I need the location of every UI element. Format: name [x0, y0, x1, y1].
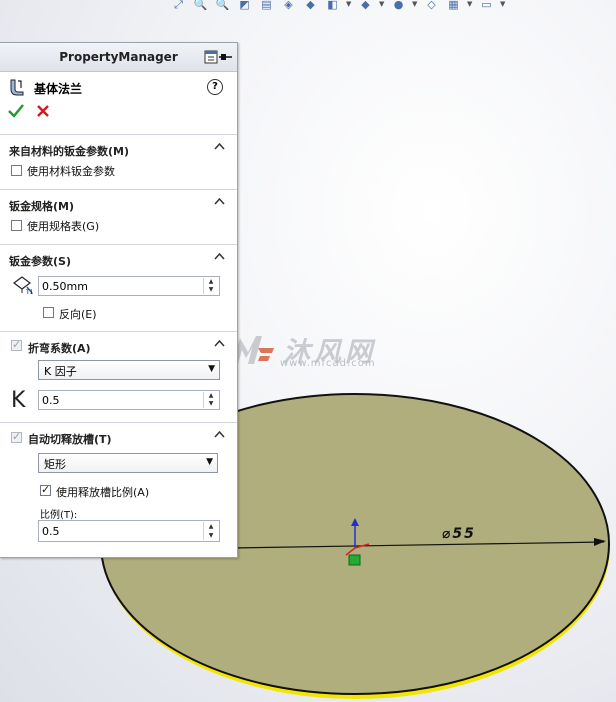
- svg-text:T1: T1: [25, 289, 34, 295]
- group-title: 钣金规格(M): [9, 200, 75, 213]
- watermark-url: www.mfcad.com: [280, 358, 376, 369]
- apply-scene-icon[interactable]: ●: [390, 0, 407, 10]
- bend-allowance-type-select[interactable]: K 因子 ▼: [38, 360, 220, 380]
- chevron-down-icon: ▼: [206, 457, 213, 467]
- use-relief-ratio-checkbox[interactable]: [40, 483, 51, 496]
- cancel-x-icon[interactable]: [36, 104, 50, 118]
- collapse-chevron-icon[interactable]: [214, 430, 225, 438]
- collapse-chevron-icon[interactable]: [214, 252, 225, 260]
- ratio-label: 比例(T):: [40, 510, 78, 521]
- thickness-input[interactable]: [42, 278, 198, 294]
- relief-ratio-spinner[interactable]: ▲ ▼: [203, 522, 218, 540]
- k-factor-symbol: K: [11, 388, 26, 413]
- ok-checkmark-icon[interactable]: [8, 104, 24, 118]
- checkbox-label: 使用释放槽比例(A): [56, 486, 150, 499]
- origin-icon: [348, 554, 361, 566]
- group-sheet-params: 钣金参数(S) T1 ▲▼ 反向(E): [0, 245, 237, 332]
- k-factor-input[interactable]: [42, 392, 198, 408]
- auto-relief-checkbox[interactable]: [11, 430, 22, 443]
- checkbox-label: 反向(E): [59, 308, 97, 321]
- property-manager-header: PropertyManager: [0, 43, 237, 72]
- dynamic-annotation-icon[interactable]: ▤: [258, 0, 275, 10]
- collapse-chevron-icon[interactable]: [214, 339, 225, 347]
- chevron-down-icon[interactable]: ▼: [500, 0, 506, 10]
- monitor-icon[interactable]: ▭: [478, 0, 495, 10]
- watermark: 沐风网 www.mfcad.com: [228, 330, 398, 372]
- k-factor-field[interactable]: ▲▼: [38, 390, 220, 410]
- edit-appearance-icon[interactable]: ◆: [357, 0, 374, 10]
- bend-allowance-checkbox[interactable]: [11, 338, 22, 351]
- relief-ratio-input[interactable]: [42, 523, 198, 539]
- property-manager-panel: PropertyManager 基体法兰 ? 来自材料的钣金参数(M) 使用材料: [0, 42, 238, 558]
- relief-ratio-field[interactable]: ▲▼: [38, 520, 220, 542]
- pin-icon[interactable]: [203, 50, 233, 64]
- confirm-row: [0, 102, 237, 135]
- group-title: 钣金参数(S): [9, 255, 71, 268]
- panel-title: PropertyManager: [59, 50, 178, 64]
- thickness-spinner[interactable]: ▲ ▼: [203, 278, 218, 294]
- feature-title: 基体法兰: [34, 82, 83, 96]
- checkbox-label: 使用材料钣金参数: [27, 165, 115, 178]
- display-manager-icon[interactable]: ▦: [445, 0, 462, 10]
- group-title: 自动切释放槽(T): [28, 433, 112, 446]
- section-view-icon[interactable]: ◩: [236, 0, 253, 10]
- view-orientation-icon[interactable]: ◈: [280, 0, 297, 10]
- hide-show-icon[interactable]: ◧: [324, 0, 341, 10]
- display-style-icon[interactable]: ◆: [302, 0, 319, 10]
- previous-view-icon[interactable]: 🔍: [214, 0, 231, 10]
- zoom-area-icon[interactable]: 🔍: [192, 0, 209, 10]
- relief-type-select[interactable]: 矩形 ▼: [38, 453, 218, 473]
- group-bend-allowance: 折弯系数(A) K 因子 ▼ K ▲▼: [0, 332, 237, 423]
- diameter-dimension-label[interactable]: ⌀55: [442, 526, 476, 542]
- select-value: 矩形: [44, 458, 66, 471]
- thickness-icon: T1: [13, 276, 34, 295]
- view-settings-icon[interactable]: ◇: [423, 0, 440, 10]
- chevron-down-icon[interactable]: ▼: [467, 0, 473, 10]
- checkbox-label: 使用规格表(G): [27, 220, 100, 233]
- feature-title-row: 基体法兰 ?: [0, 72, 237, 102]
- collapse-chevron-icon[interactable]: [214, 197, 225, 205]
- reverse-direction-checkbox[interactable]: [43, 307, 54, 318]
- k-factor-spinner[interactable]: ▲ ▼: [203, 392, 218, 408]
- group-gauge: 钣金规格(M) 使用规格表(G): [0, 190, 237, 245]
- help-icon[interactable]: ?: [207, 79, 223, 95]
- chevron-down-icon[interactable]: ▼: [346, 0, 352, 10]
- thickness-field[interactable]: ▲▼: [38, 276, 220, 296]
- use-gauge-table-checkbox[interactable]: [11, 220, 22, 231]
- group-title: 来自材料的钣金参数(M): [9, 145, 130, 158]
- select-value: K 因子: [44, 365, 77, 378]
- collapse-chevron-icon[interactable]: [214, 142, 225, 150]
- base-flange-icon: [10, 79, 24, 96]
- chevron-down-icon[interactable]: ▼: [379, 0, 385, 10]
- use-material-params-checkbox[interactable]: [11, 165, 22, 176]
- chevron-down-icon[interactable]: ▼: [412, 0, 418, 10]
- group-auto-relief: 自动切释放槽(T) 矩形 ▼ 使用释放槽比例(A) 比例(T): ▲▼: [0, 423, 237, 558]
- chevron-down-icon: ▼: [208, 364, 215, 374]
- heads-up-view-toolbar: ⤢ 🔍 🔍 ◩ ▤ ◈ ◆ ◧ ▼ ◆ ▼ ● ▼ ◇ ▦ ▼ ▭ ▼: [170, 0, 610, 12]
- group-material-params: 来自材料的钣金参数(M) 使用材料钣金参数: [0, 135, 237, 190]
- group-title: 折弯系数(A): [28, 342, 91, 355]
- zoom-to-fit-icon[interactable]: ⤢: [170, 0, 187, 10]
